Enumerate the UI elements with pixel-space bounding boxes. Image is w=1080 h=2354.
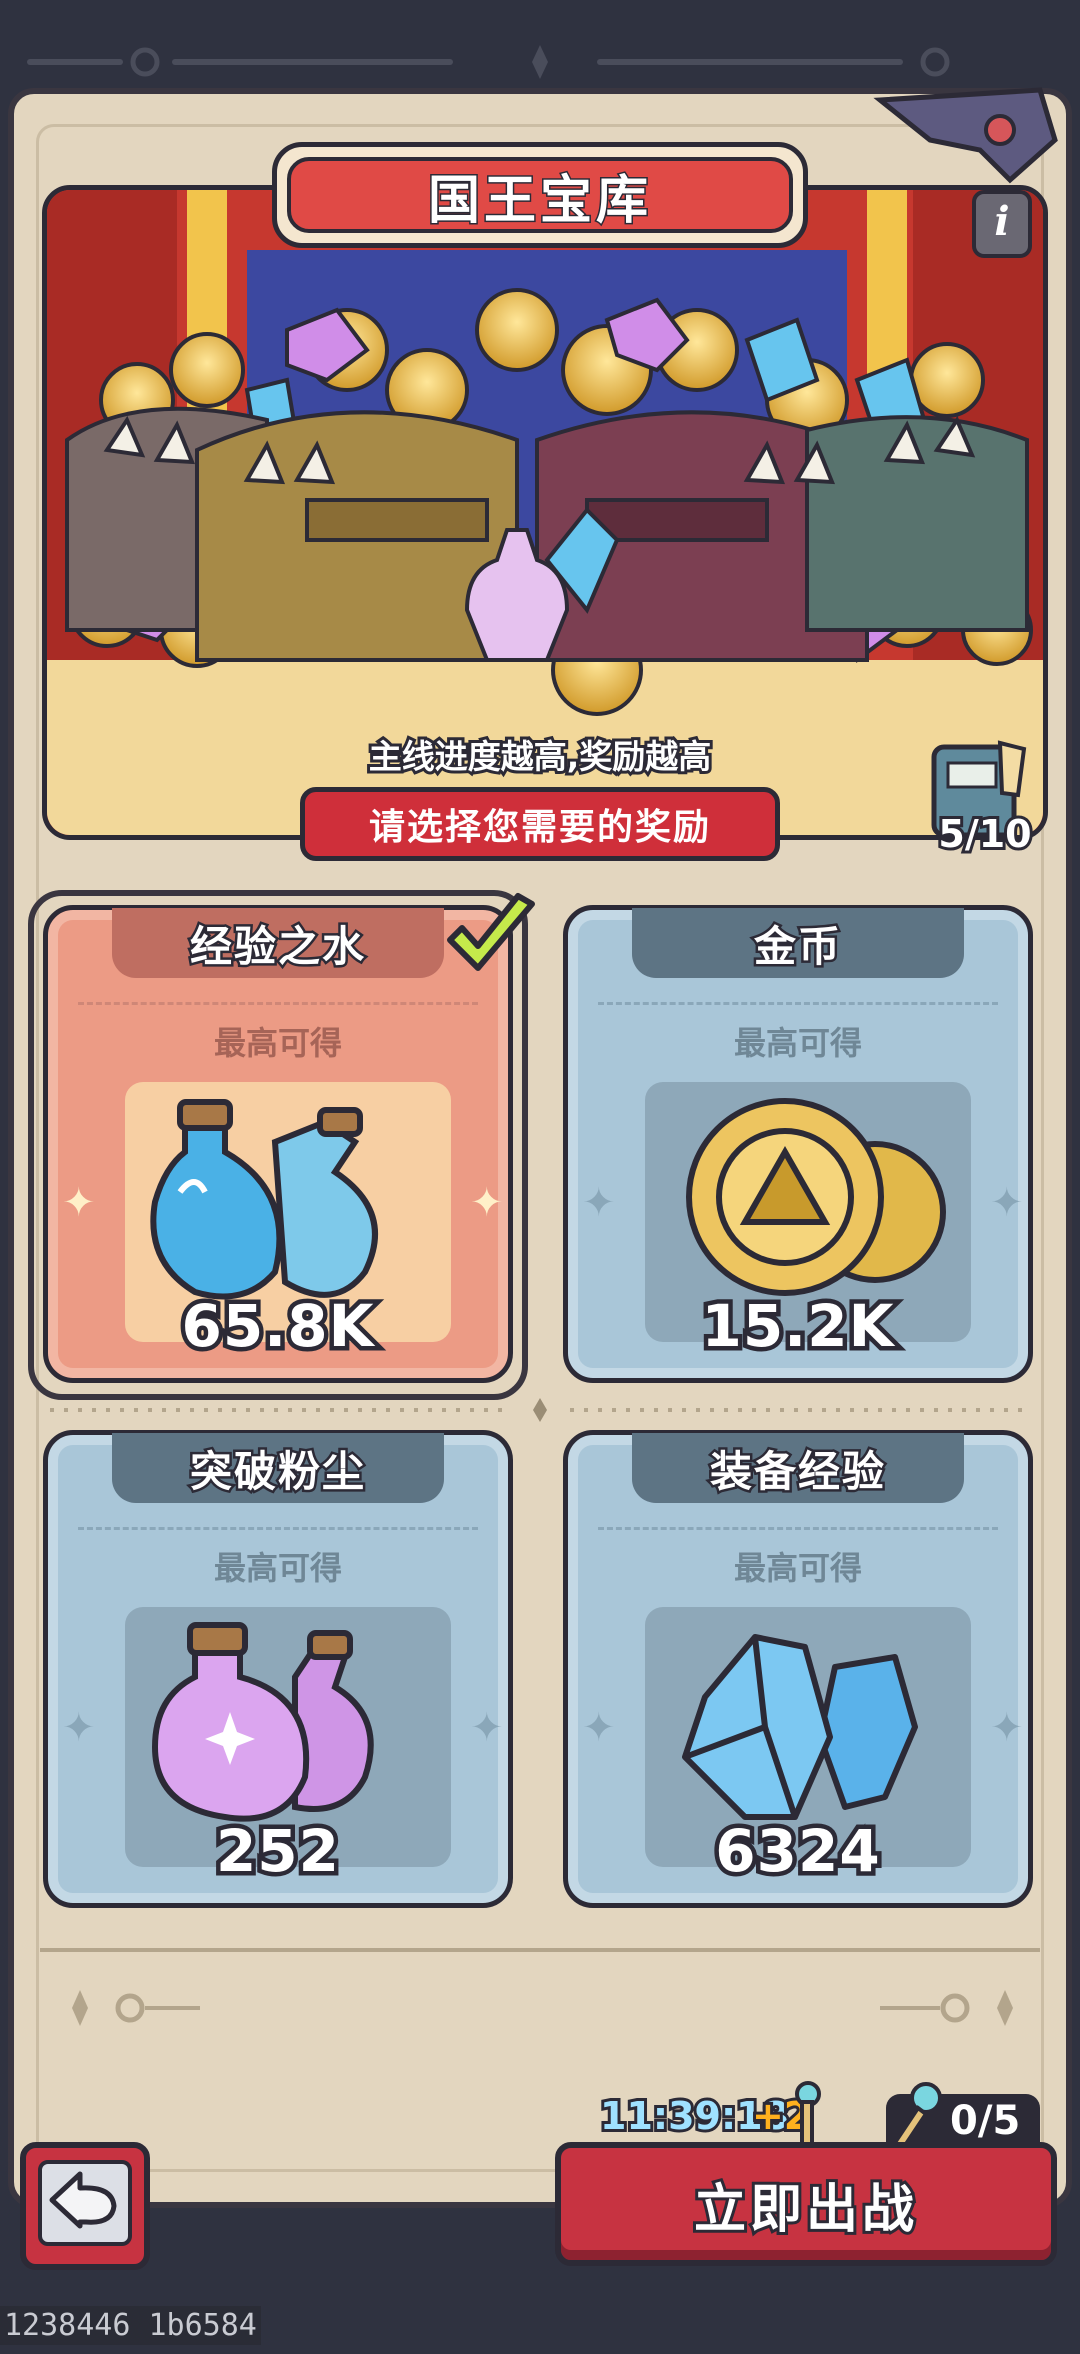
reward-sub: 最高可得 [213,1024,342,1062]
reward-name: 突破粉尘 [187,1444,366,1498]
key-count: 0/5 [950,2098,1021,2144]
reward-value: 15.2K [697,1288,898,1365]
debug-overlay: 1238446 1b6584 [0,2306,261,2345]
reward-name: 装备经验 [707,1444,886,1498]
reward-name: 金币 [751,919,842,973]
fight-label: 立即出战 [691,2177,918,2243]
title-plate: 国王宝库 [272,142,808,248]
checkmark-icon [447,893,535,971]
bottom-ornament [40,1948,1040,2026]
page-title: 国王宝库 [426,169,652,232]
info-icon[interactable]: i [972,190,1032,258]
reward-value: 6324 [711,1813,884,1890]
back-arrow-icon [49,2171,117,2229]
reward-sub: 最高可得 [733,1549,862,1587]
reward-sub: 最高可得 [733,1024,862,1062]
corner-ornament [873,87,1058,184]
fight-now-button[interactable]: 立即出战 [555,2142,1057,2266]
reward-card-gold[interactable]: 金币 最高可得 ✦ ✦ 15.2K [563,905,1033,1383]
reward-card-breakthrough-dust[interactable]: 突破粉尘 最高可得 ✦ ✦ 252 [43,1430,513,1908]
reward-card-equipment-exp[interactable]: 装备经验 最高可得 ✦ ✦ 6324 [563,1430,1033,1908]
reward-value: 252 [211,1813,343,1890]
reward-name: 经验之水 [187,919,366,973]
back-button[interactable] [20,2142,150,2270]
card-divider [50,1398,1030,1422]
select-prompt: 请选择您需要的奖励 [368,807,711,848]
book-count: 5/10 [935,809,1034,859]
reward-value: 65.8K [177,1288,378,1365]
select-prompt-plate: 请选择您需要的奖励 [300,787,780,861]
key-icon [795,2081,821,2146]
reward-sub: 最高可得 [213,1549,342,1587]
banner-subtitle: 主线进度越高,奖励越高 [366,734,715,779]
